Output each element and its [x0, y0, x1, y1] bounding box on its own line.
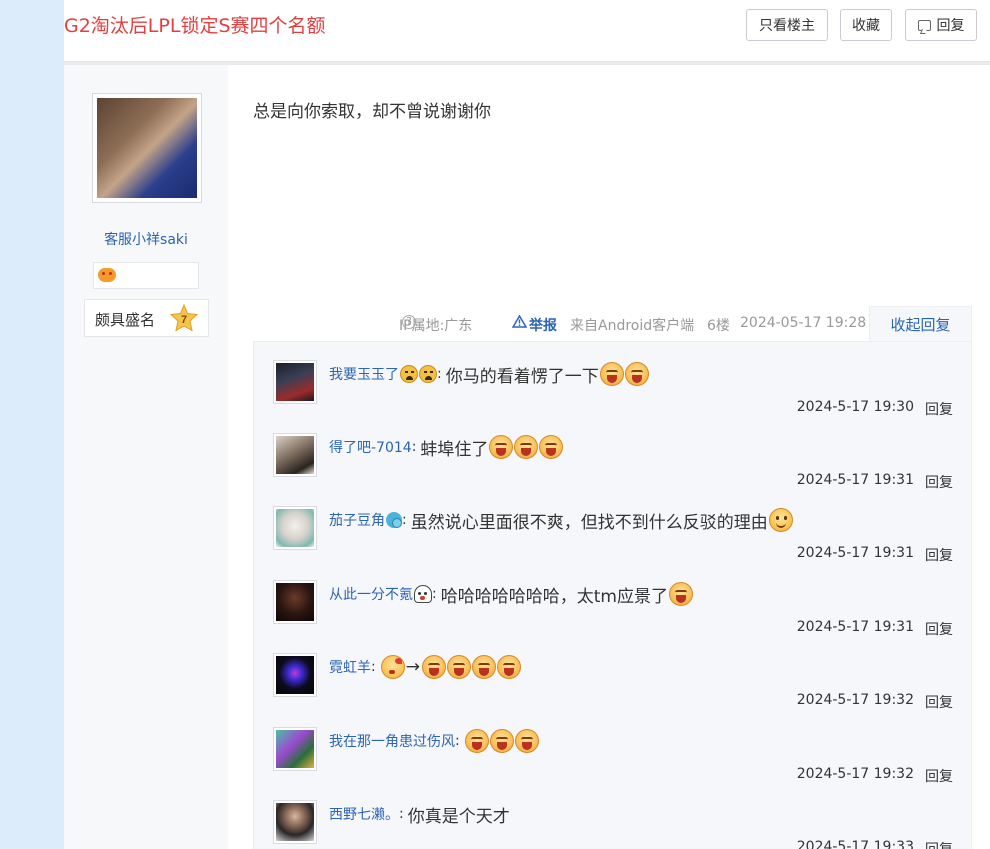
reply-username[interactable]: 我在那一角患过伤风 — [329, 731, 455, 751]
reply-item: 从此一分不氪 : 哈哈哈哈哈哈哈，太tm应景了 2024-5-17 19:31 … — [254, 562, 973, 638]
reply-list: 我要玉玉了 : 你马的看着愣了一下 2024-5-17 19:30 回复 得了吧… — [253, 341, 972, 849]
smile-emoji — [768, 508, 793, 532]
reply-text: 虽然说心里面很不爽，但找不到什么反驳的理由 — [410, 512, 768, 533]
sad-face-emoji — [400, 365, 418, 383]
laughing-emoji — [539, 435, 564, 459]
author-avatar[interactable] — [92, 93, 202, 203]
reply-username[interactable]: 我要玉玉了 — [329, 364, 399, 384]
laughing-emoji — [624, 362, 649, 386]
comment-icon — [917, 19, 931, 31]
reply-item: 我在那一角患过伤风 : 2024-5-17 19:32 回复 — [254, 709, 973, 785]
reply-reply-link[interactable]: 回复 — [925, 839, 953, 849]
laughing-emoji — [471, 655, 496, 679]
client-source: 来自Android客户端 — [570, 318, 695, 334]
warning-icon — [512, 315, 527, 328]
reply-avatar[interactable] — [273, 506, 317, 550]
reply-time: 2024-5-17 19:31 — [796, 619, 914, 635]
reply-text: 你真是个天才 — [407, 806, 510, 827]
laughing-emoji — [514, 435, 539, 459]
reply-time: 2024-5-17 19:30 — [796, 399, 914, 415]
ghost-emoji — [414, 585, 432, 603]
only-op-button[interactable]: 只看楼主 — [746, 9, 828, 41]
reply-time: 2024-5-17 19:33 — [796, 839, 914, 849]
level-number: 7 — [181, 314, 187, 326]
reply-time: 2024-5-17 19:32 — [796, 692, 914, 708]
reply-username[interactable]: 西野七濑。 — [329, 804, 399, 824]
help-icon[interactable]: ? — [402, 315, 416, 329]
reply-text: 你马的看着愣了一下 — [445, 366, 599, 387]
reply-username[interactable]: 霓虹羊 — [329, 657, 371, 677]
author-name[interactable]: 客服小祥saki — [64, 229, 228, 249]
level-star-icon: 7 — [170, 304, 198, 332]
reply-text: 蚌埠住了 — [420, 439, 489, 460]
laughing-emoji — [421, 655, 446, 679]
author-sidebar: 客服小祥saki 颇具盛名 7 — [64, 62, 228, 849]
laughing-emoji — [446, 655, 471, 679]
thread-header: G2淘汰后LPL锁定S赛四个名额 只看楼主 收藏 回复 — [64, 0, 990, 62]
reply-time: 2024-5-17 19:32 — [796, 766, 914, 782]
favorite-button[interactable]: 收藏 — [840, 9, 892, 41]
page-background-strip — [0, 0, 64, 849]
bubble-emoji — [386, 512, 402, 528]
post-datetime: 2024-05-17 19:28 — [740, 315, 867, 331]
thread-title: G2淘汰后LPL锁定S赛四个名额 — [64, 15, 326, 37]
post-floor: 客服小祥saki 颇具盛名 7 总是向你索取，却不曾说谢谢你 IP属地:广东? … — [64, 62, 990, 849]
reply-avatar[interactable] — [273, 360, 317, 404]
collapse-replies-button[interactable]: 收起回复 — [869, 306, 972, 342]
reply-avatar[interactable] — [273, 653, 317, 697]
reply-avatar[interactable] — [273, 580, 317, 624]
reply-button[interactable]: 回复 — [905, 9, 977, 41]
reply-item: 茄子豆角 : 虽然说心里面很不爽，但找不到什么反驳的理由 2024-5-17 1… — [254, 488, 973, 564]
reply-avatar[interactable] — [273, 727, 317, 771]
favorite-label: 收藏 — [852, 18, 880, 34]
reply-item: 我要玉玉了 : 你马的看着愣了一下 2024-5-17 19:30 回复 — [254, 342, 973, 418]
level-title: 颇具盛名 — [95, 311, 156, 329]
author-badge-box — [93, 262, 199, 289]
gamepad-badge-icon[interactable] — [98, 268, 116, 282]
only-op-label: 只看楼主 — [759, 18, 815, 34]
floor-number: 6楼 — [707, 318, 730, 334]
laughing-emoji — [489, 435, 514, 459]
author-avatar-image — [97, 98, 197, 198]
post-body-text: 总是向你索取，却不曾说谢谢你 — [253, 102, 491, 122]
laughing-emoji — [464, 729, 489, 753]
reply-username[interactable]: 从此一分不氪 — [329, 584, 413, 604]
report-link[interactable]: 举报 — [512, 315, 557, 334]
reply-label: 回复 — [936, 18, 965, 34]
laughing-emoji — [514, 729, 539, 753]
reply-time: 2024-5-17 19:31 — [796, 545, 914, 561]
reply-avatar[interactable] — [273, 433, 317, 477]
wink-emoji — [380, 655, 405, 679]
laughing-emoji — [496, 655, 521, 679]
reply-avatar[interactable] — [273, 800, 317, 844]
author-level-box: 颇具盛名 7 — [84, 299, 209, 337]
reply-item: 霓虹羊 : → 2024-5-17 19:32 回复 — [254, 635, 973, 711]
reply-text: 哈哈哈哈哈哈哈，太tm应景了 — [440, 586, 668, 607]
sad-face-emoji — [419, 365, 437, 383]
post-content: 总是向你索取，却不曾说谢谢你 IP属地:广东? 举报 来自Android客户端 … — [228, 62, 990, 849]
reply-item: 西野七濑。 : 你真是个天才 2024-5-17 19:33 回复 — [254, 782, 973, 849]
reply-time: 2024-5-17 19:31 — [796, 472, 914, 488]
laughing-emoji — [489, 729, 514, 753]
laughing-emoji — [668, 582, 693, 606]
reply-item: 得了吧-7014 : 蚌埠住了 2024-5-17 19:31 回复 — [254, 415, 973, 491]
post-meta: IP属地:广东? 举报 来自Android客户端 6楼 2024-05-17 1… — [399, 315, 867, 334]
arrow-text: → — [405, 657, 420, 677]
reply-username[interactable]: 得了吧-7014 — [329, 437, 412, 457]
reply-username[interactable]: 茄子豆角 — [329, 510, 385, 530]
laughing-emoji — [599, 362, 624, 386]
